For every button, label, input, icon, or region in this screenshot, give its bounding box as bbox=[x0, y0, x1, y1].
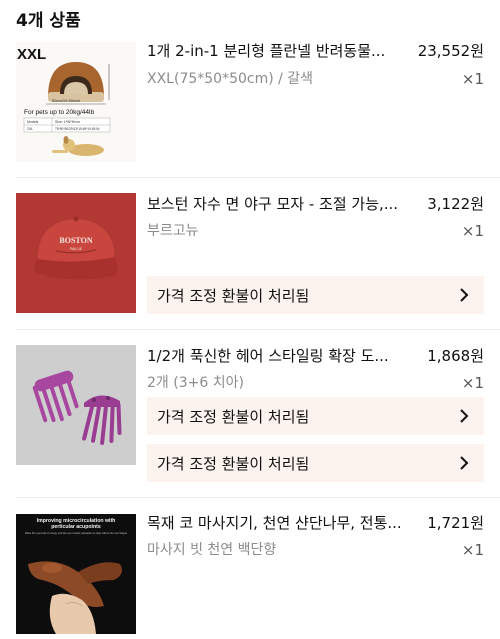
product-quantity: ×1 bbox=[461, 374, 484, 392]
size-label-text: XXL bbox=[17, 46, 46, 63]
product-quantity: ×1 bbox=[461, 541, 484, 559]
refund-status-label: 가격 조정 환불이 처리됨 bbox=[157, 407, 310, 426]
chevron-right-icon bbox=[460, 409, 469, 423]
chevron-right-icon bbox=[460, 456, 469, 470]
product-variant: 부르고뉴 bbox=[147, 223, 199, 239]
product-price: 1,721원 bbox=[427, 514, 484, 532]
svg-text:For pets up to 20kg/44lb: For pets up to 20kg/44lb bbox=[24, 109, 94, 116]
product-price: 23,552원 bbox=[417, 42, 484, 60]
refund-status-label: 가격 조정 환불이 처리됨 bbox=[157, 286, 310, 305]
product-title[interactable]: 1개 2-in-1 분리형 플란넬 반려동물... bbox=[147, 40, 409, 61]
refund-status-row[interactable]: 가격 조정 환불이 처리됨 bbox=[147, 444, 484, 482]
svg-text:75*50*50/29.53*19.69*19.69 IN: 75*50*50/29.53*19.69*19.69 IN bbox=[55, 127, 100, 131]
product-variant: XXL(75*50*50cm) / 갈색 bbox=[147, 71, 314, 87]
product-title[interactable]: 목재 코 마사지기, 천연 샨단나무, 전통... bbox=[147, 512, 409, 533]
refund-status-row[interactable]: 가격 조정 환불이 처리됨 bbox=[147, 397, 484, 435]
product-variant: 마사지 빗 천연 백단향 bbox=[147, 542, 277, 558]
product-quantity: ×1 bbox=[461, 222, 484, 240]
product-title[interactable]: 보스턴 자수 면 야구 모자 - 조절 가능,... bbox=[147, 193, 409, 214]
product-price: 1,868원 bbox=[427, 347, 484, 365]
product-title[interactable]: 1/2개 푹신한 헤어 스타일링 확장 도... bbox=[147, 345, 409, 366]
item-divider bbox=[16, 329, 500, 330]
svg-text:PAILUE: PAILUE bbox=[70, 247, 83, 251]
page-title: 4개 상품 bbox=[16, 11, 81, 31]
svg-text:perticular acupoints: perticular acupoints bbox=[51, 524, 101, 530]
product-price: 3,122원 bbox=[427, 195, 484, 213]
svg-text:2XL: 2XL bbox=[27, 127, 33, 131]
product-image-nose-massager[interactable]: Improving microcirculation with perticul… bbox=[16, 514, 136, 634]
product-image-baseball-cap[interactable]: BOSTON PAILUE bbox=[16, 193, 136, 313]
product-image-pet-house[interactable]: XXL 50cm/19.69inch For pets up to 20kg/4… bbox=[16, 42, 136, 162]
product-quantity: ×1 bbox=[461, 70, 484, 88]
product-image-hair-comb[interactable] bbox=[16, 345, 136, 465]
chevron-right-icon bbox=[460, 288, 469, 302]
item-divider bbox=[16, 497, 500, 498]
refund-status-label: 가격 조정 환불이 처리됨 bbox=[157, 454, 310, 473]
cap-embroidery-text: BOSTON bbox=[59, 236, 92, 245]
svg-text:Models: Models bbox=[27, 120, 39, 124]
item-divider bbox=[16, 177, 500, 178]
svg-text:50cm/19.69inch: 50cm/19.69inch bbox=[52, 98, 80, 103]
refund-status-row[interactable]: 가격 조정 환불이 처리됨 bbox=[147, 276, 484, 314]
product-variant: 2개 (3+6 치아) bbox=[147, 375, 244, 391]
svg-text:Make the eyes full of energy a: Make the eyes full of energy and the eye… bbox=[25, 531, 128, 535]
svg-text:Size: L*W*H/cm: Size: L*W*H/cm bbox=[55, 120, 80, 124]
